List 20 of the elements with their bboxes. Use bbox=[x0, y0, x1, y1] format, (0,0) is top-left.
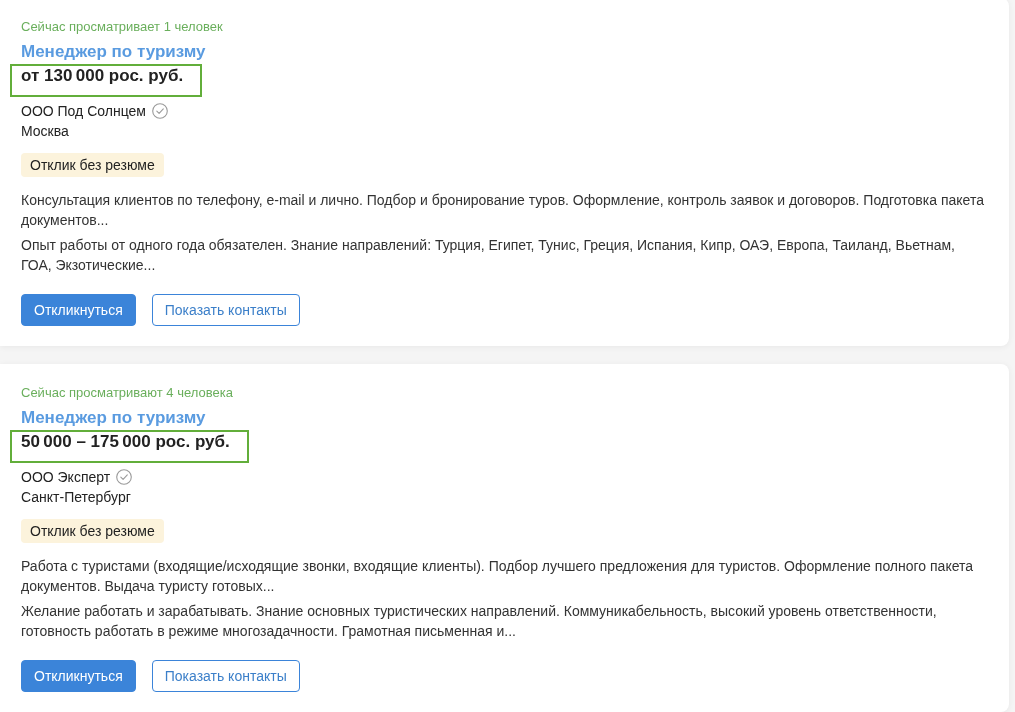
company-name: ООО Эксперт bbox=[21, 468, 111, 487]
description-text: Консультация клиентов по телефону, e-mail и лично. Подбор и бронирование туров. Оформление, контроль заявок и договоров. Подготовка пакета документов... bbox=[21, 191, 985, 230]
vacancy-title-link[interactable]: Менеджер по туризму bbox=[21, 41, 206, 63]
vacancy-title-link[interactable]: Менеджер по туризму bbox=[21, 407, 206, 429]
show-contacts-button[interactable]: Показать контакты bbox=[151, 294, 300, 326]
respond-button[interactable]: Откликнуться bbox=[21, 294, 136, 326]
tag-label: Отклик без резюме bbox=[21, 153, 164, 177]
description-text: Опыт работы от одного года обязателен. Знание направлений: Турция, Египет, Тунис, Греция, Испания, Кипр, ОАЭ, Европа, Таиланд, Вьетнам, ГОА, Экзотические... bbox=[21, 236, 956, 275]
description-text: Работа с туристами (входящие/исходящие звонки, входящие клиенты). Подбор лучшего предложения для туристов. Оформление полного пакета документов. Выдача туристу готовых... bbox=[21, 557, 975, 596]
tag-label: Отклик без резюме bbox=[21, 519, 164, 543]
city-text: Москва bbox=[21, 122, 69, 141]
viewers-count-text: Сейчас просматривают 4 человека bbox=[21, 384, 234, 402]
show-contacts-button[interactable]: Показать контакты bbox=[151, 660, 300, 692]
salary-text: от 130 000 рос. руб. bbox=[21, 65, 184, 87]
salary-text: 50 000 – 175 000 рос. руб. bbox=[21, 431, 230, 453]
description-text: Желание работать и зарабатывать. Знание основных туристических направлений. Коммуникабельность, высокий уровень ответственности, готовность работать в режиме многозадачности. Грамотная письменная и... bbox=[21, 602, 938, 641]
respond-button[interactable]: Откликнуться bbox=[21, 660, 136, 692]
viewers-count-text: Сейчас просматривает 1 человек bbox=[21, 18, 224, 36]
company-name: ООО Под Солнцем bbox=[21, 102, 146, 121]
city-text: Санкт-Петербург bbox=[21, 488, 131, 507]
